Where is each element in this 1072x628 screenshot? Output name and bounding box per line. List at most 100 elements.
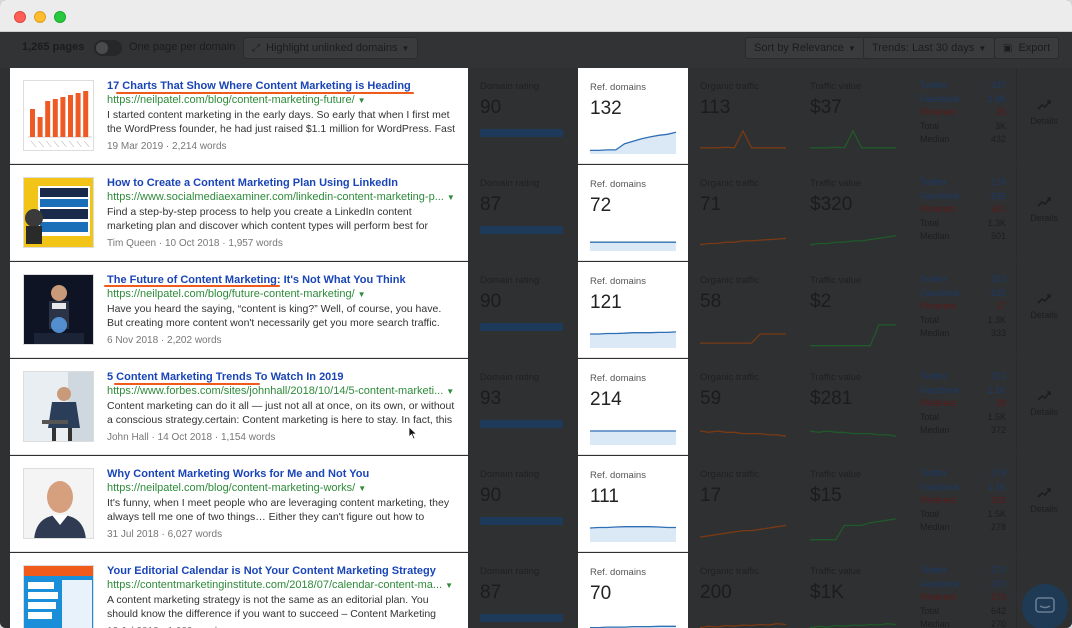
details-label: Details	[1030, 116, 1058, 126]
article-card: 5 Content Marketing Trends To Watch In 2…	[10, 359, 468, 455]
highlight-unlinked-domains-button[interactable]: ⤢ Highlight unlinked domains ▼	[243, 37, 419, 59]
ref-domains-cell[interactable]: Ref. domains 121	[578, 262, 688, 358]
domain-rating-label: Domain rating	[480, 178, 540, 189]
article-thumbnail[interactable]	[23, 468, 94, 539]
domain-rating-value: 90	[480, 291, 502, 312]
organic-traffic-sparkline	[700, 430, 786, 437]
article-thumbnail[interactable]	[23, 177, 94, 248]
title-bar	[0, 0, 1072, 32]
article-url[interactable]: https://neilpatel.com/blog/future-conten…	[107, 288, 457, 300]
article-thumbnail[interactable]	[23, 371, 94, 442]
organic-traffic-sparkline	[700, 524, 786, 538]
close-window-button[interactable]	[14, 11, 26, 23]
ref-domains-sparkline	[590, 526, 676, 542]
ref-domains-cell[interactable]: Ref. domains 132	[578, 68, 688, 164]
total-label: Total	[920, 605, 940, 616]
social-shares: Twitter 270 Facebook 270 Pinterest 270 Total 64…	[920, 564, 1006, 628]
pinterest-label: Pinterest	[920, 107, 956, 117]
column-divider	[1016, 262, 1017, 358]
domain-rating-value: 90	[480, 485, 502, 506]
details-button[interactable]: Details	[1026, 488, 1062, 514]
details-button[interactable]: Details	[1026, 294, 1062, 320]
ref-domains-label: Ref. domains	[590, 276, 646, 287]
ref-domains-value: 70	[590, 583, 612, 604]
minimize-window-button[interactable]	[34, 11, 46, 23]
traffic-value-label: Traffic value	[810, 81, 862, 92]
trend-icon	[1037, 294, 1051, 304]
details-button[interactable]: Details	[1026, 100, 1062, 126]
article-thumbnail[interactable]	[23, 274, 94, 345]
article-thumbnail[interactable]	[23, 80, 94, 151]
highlight-underline	[116, 92, 414, 94]
facebook-count: 270	[990, 578, 1006, 589]
social-shares: Twitter 372 Facebook 1.1K Pinterest 28 Total 1.…	[920, 370, 1006, 438]
chat-support-button[interactable]	[1022, 584, 1068, 628]
traffic-value-value: $281	[810, 388, 853, 409]
article-card: The Future of Content Marketing: It's No…	[10, 262, 468, 358]
ref-domains-value: 214	[590, 389, 622, 410]
twitter-count: 372	[990, 371, 1006, 381]
pinterest-label: Pinterest	[920, 495, 956, 505]
article-title-link[interactable]: Why Content Marketing Works for Me and N…	[107, 468, 457, 480]
export-button[interactable]: ▣ Export	[994, 37, 1060, 59]
article-title-link[interactable]: 17 Charts That Show Where Content Market…	[107, 80, 457, 92]
article-thumbnail[interactable]	[23, 565, 94, 628]
median-label: Median	[920, 425, 950, 435]
article-url[interactable]: https://contentmarketinginstitute.com/20…	[107, 579, 457, 591]
column-divider	[1016, 456, 1017, 552]
article-title-link[interactable]: How to Create a Content Marketing Plan U…	[107, 177, 457, 189]
traffic-value-sparkline	[810, 430, 896, 437]
ref-domains-cell[interactable]: Ref. domains 214	[578, 359, 688, 455]
article-title-link[interactable]: Your Editorial Calendar is Not Your Cont…	[107, 565, 457, 577]
ref-domains-label: Ref. domains	[590, 82, 646, 93]
details-button[interactable]: Details	[1026, 391, 1062, 417]
one-page-per-domain-toggle[interactable]	[94, 40, 122, 56]
median-count: 432	[990, 134, 1006, 144]
sparkline-line	[700, 237, 786, 246]
organic-traffic-sparkline	[700, 333, 786, 344]
twitter-count: 278	[990, 468, 1006, 478]
pinterest-count: 102	[990, 495, 1006, 505]
social-shares: Twitter 278 Facebook 1.1K Pinterest 102 Total 1…	[920, 467, 1006, 535]
organic-traffic-label: Organic traffic	[700, 372, 759, 383]
ref-domains-cell[interactable]: Ref. domains 70	[578, 553, 688, 628]
pinterest-count: 28	[995, 398, 1006, 408]
trend-icon	[1037, 197, 1051, 207]
article-meta: 19 Mar 2019 · 2,214 words	[107, 141, 227, 152]
article-url[interactable]: https://neilpatel.com/blog/content-marke…	[107, 94, 457, 106]
chevron-down-icon[interactable]: ▼	[445, 581, 453, 590]
sort-dropdown[interactable]: Sort by Relevance ▼	[745, 37, 865, 59]
article-title-link[interactable]: 5 Content Marketing Trends To Watch In 2…	[107, 371, 457, 383]
article-url[interactable]: https://neilpatel.com/blog/content-marke…	[107, 482, 457, 494]
facebook-count: 626	[990, 190, 1006, 201]
chevron-down-icon[interactable]: ▼	[358, 290, 366, 299]
median-label: Median	[920, 134, 950, 144]
result-row: The Future of Content Marketing: It's No…	[10, 262, 1072, 359]
organic-traffic-sparkline	[700, 623, 786, 628]
article-url[interactable]: https://www.forbes.com/sites/johnhall/20…	[107, 385, 457, 397]
median-label: Median	[920, 231, 950, 241]
traffic-value-value: $320	[810, 194, 853, 215]
total-count: 1.3K	[987, 314, 1006, 325]
median-count: 501	[990, 231, 1006, 241]
chevron-down-icon[interactable]: ▼	[446, 387, 454, 396]
chevron-down-icon[interactable]: ▼	[358, 484, 366, 493]
chevron-down-icon[interactable]: ▼	[447, 193, 455, 202]
chevron-down-icon[interactable]: ▼	[358, 96, 366, 105]
organic-traffic-label: Organic traffic	[700, 275, 759, 286]
sparkline-line	[810, 129, 896, 149]
chevron-down-icon: ▼	[401, 44, 410, 53]
ref-domains-cell[interactable]: Ref. domains 72	[578, 165, 688, 261]
maximize-window-button[interactable]	[54, 11, 66, 23]
traffic-value-sparkline	[810, 235, 896, 246]
traffic-value-sparkline	[810, 623, 896, 628]
article-meta: John Hall · 14 Oct 2018 · 1,154 words	[107, 432, 276, 443]
sparkline-line	[700, 524, 786, 538]
article-url[interactable]: https://www.socialmediaexaminer.com/link…	[107, 191, 457, 203]
trends-dropdown[interactable]: Trends: Last 30 days ▼	[863, 37, 996, 59]
details-button[interactable]: Details	[1026, 197, 1062, 223]
sparkline-line	[700, 333, 786, 344]
total-label: Total	[920, 217, 940, 228]
ref-domains-cell[interactable]: Ref. domains 111	[578, 456, 688, 552]
facebook-label: Facebook	[920, 190, 960, 201]
